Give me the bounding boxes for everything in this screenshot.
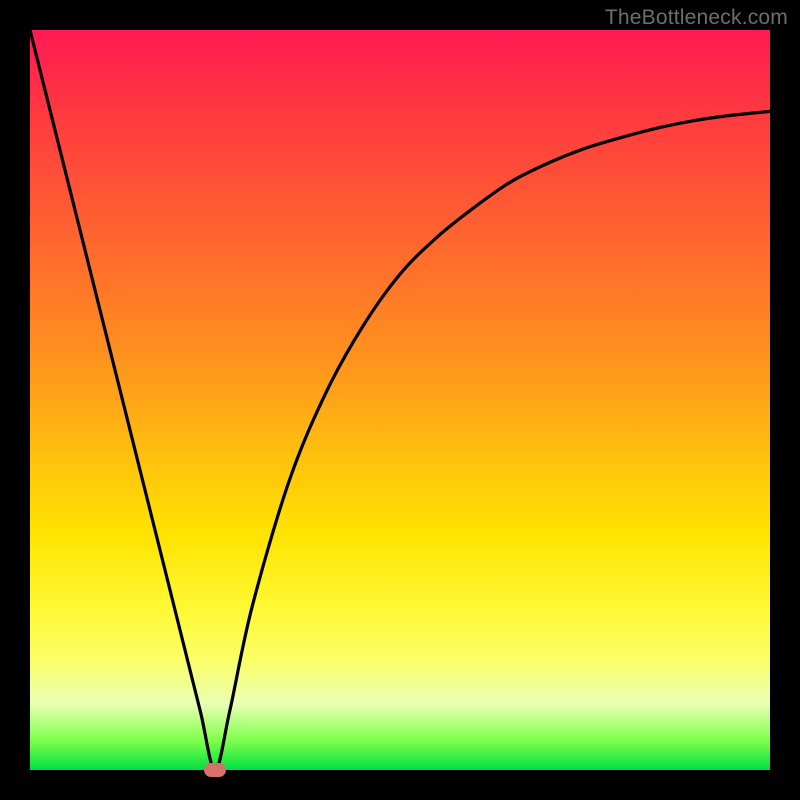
curve-layer <box>30 30 770 770</box>
minimum-marker <box>204 763 226 777</box>
plot-area <box>30 30 770 770</box>
chart-frame: TheBottleneck.com <box>0 0 800 800</box>
watermark-label: TheBottleneck.com <box>605 6 788 30</box>
bottleneck-curve <box>30 30 770 770</box>
